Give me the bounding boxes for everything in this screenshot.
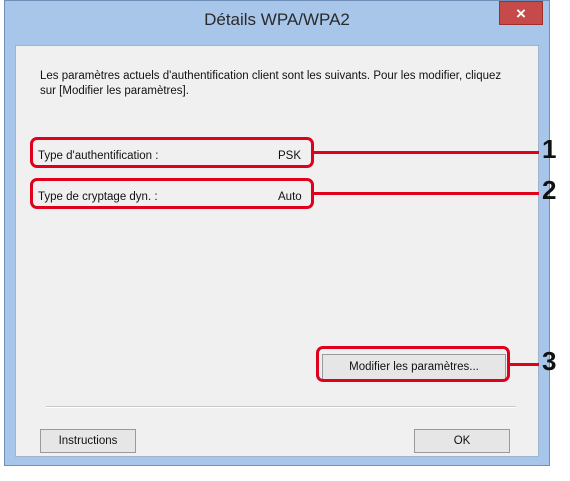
callout-number-3: 3 bbox=[542, 346, 557, 376]
callout-number-1: 1 bbox=[542, 134, 557, 164]
dialog-window: Détails WPA/WPA2 × Les paramètres actuel… bbox=[4, 0, 550, 466]
callout-line-2 bbox=[313, 192, 539, 195]
highlight-box-encryption-type bbox=[30, 178, 314, 209]
close-button[interactable]: × bbox=[499, 1, 543, 25]
callout-line-3 bbox=[509, 363, 539, 366]
window-title: Détails WPA/WPA2 bbox=[204, 10, 350, 29]
description-text: Les paramètres actuels d'authentificatio… bbox=[40, 70, 502, 97]
instructions-button[interactable]: Instructions bbox=[40, 429, 136, 453]
callout-number-2: 2 bbox=[542, 175, 557, 205]
instructions-label: Instructions bbox=[58, 435, 118, 447]
ok-label: OK bbox=[453, 435, 471, 447]
callout-line-1 bbox=[313, 151, 539, 154]
highlight-box-auth-type bbox=[30, 137, 314, 168]
close-icon: × bbox=[516, 3, 526, 23]
separator bbox=[46, 406, 516, 408]
highlight-box-modify-button bbox=[316, 346, 510, 382]
title-bar[interactable]: Détails WPA/WPA2 × bbox=[5, 1, 549, 37]
dialog-content: Les paramètres actuels d'authentificatio… bbox=[15, 45, 539, 457]
ok-button[interactable]: OK bbox=[414, 429, 510, 453]
